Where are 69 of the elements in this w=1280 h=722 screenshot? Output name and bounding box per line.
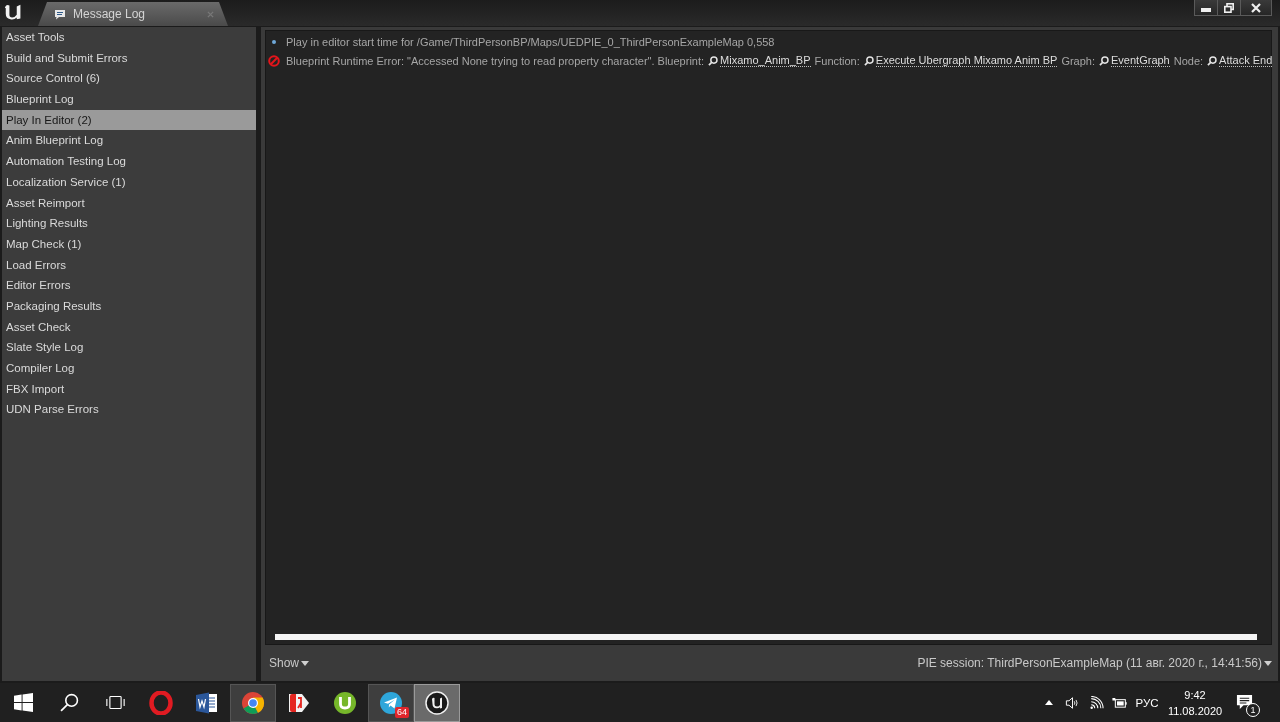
chat-icon: [54, 8, 66, 20]
tab[interactable]: Message Log: [38, 2, 228, 26]
log-text: Blueprint Runtime Error: "Accessed None trying to read property character". Blueprint:: [286, 54, 705, 67]
document-logo-icon: [195, 690, 219, 715]
search-icon: [863, 55, 874, 66]
category-item[interactable]: Localization Service (1): [2, 171, 256, 193]
show-button[interactable]: Show: [265, 656, 310, 670]
category-item[interactable]: Anim Blueprint Log: [2, 130, 256, 152]
caret-icon: [301, 660, 310, 666]
clock[interactable]: 9:42 11.08.2020: [1164, 683, 1226, 722]
category-item[interactable]: Build and Submit Errors: [2, 47, 256, 69]
category-item[interactable]: Slate Style Log: [2, 337, 256, 358]
log-text: Play in editor start time for /Game/ThirdPersonBP/Maps/UEDPIE_0_ThirdPersonExampleMap 0,558: [286, 35, 775, 48]
taskbar-button[interactable]: 64: [368, 684, 414, 722]
clock-date: 11.08.2020: [1167, 703, 1223, 719]
minimize-button[interactable]: [1194, 0, 1218, 16]
link[interactable]: EventGraph: [1099, 54, 1170, 67]
unread-count: 64: [395, 707, 409, 718]
language-indicator[interactable]: РУС: [1130, 683, 1164, 722]
log-text: Graph:: [1061, 54, 1096, 67]
link[interactable]: Execute Ubergraph Mixamo Anim BP: [863, 54, 1058, 67]
category-item[interactable]: UDN Parse Errors: [2, 399, 256, 421]
notification-count: 1: [1246, 703, 1260, 717]
bullet-icon: [272, 39, 276, 44]
link[interactable]: Attack End: [1207, 54, 1273, 67]
log-text: Function:: [814, 54, 860, 67]
notifications-button[interactable]: 1: [1226, 683, 1266, 722]
category-item[interactable]: Editor Errors: [2, 275, 256, 296]
restore-icon: [1224, 2, 1234, 13]
search-icon: [708, 55, 719, 66]
close-button[interactable]: [1240, 0, 1272, 16]
category-item[interactable]: FBX Import: [2, 378, 256, 400]
category-item[interactable]: Packaging Results: [2, 295, 256, 317]
search-icon: [59, 693, 79, 712]
category-item[interactable]: Lighting Results: [2, 213, 256, 234]
clock-time: 9:42: [1184, 687, 1206, 703]
category-item[interactable]: Source Control (6): [2, 68, 256, 90]
category-item[interactable]: Compiler Log: [2, 358, 256, 379]
search-icon: [1099, 55, 1110, 66]
wifi-icon: [1088, 695, 1104, 710]
category-item[interactable]: Blueprint Log: [2, 89, 256, 110]
taskbar-button[interactable]: [414, 684, 460, 722]
error-icon: [268, 54, 280, 67]
start-icon: [13, 693, 33, 712]
category-item[interactable]: Automation Testing Log: [2, 151, 256, 172]
battery-icon: [1111, 695, 1127, 710]
speaker-icon: [1064, 695, 1080, 710]
minimize-icon: [1201, 7, 1211, 12]
close-icon: [1251, 2, 1261, 13]
link[interactable]: Mixamo_Anim_BP: [708, 54, 811, 67]
log-text: Node:: [1173, 54, 1204, 67]
session-dropdown[interactable]: PIE session: ThirdPersonExampleMap (11 авг. 2020 г., 14:41:56): [913, 656, 1272, 670]
task-view-icon: [105, 693, 125, 712]
mu-logo-icon: [333, 690, 357, 715]
search-icon: [1207, 55, 1218, 66]
category-item[interactable]: Asset Reimport: [2, 192, 256, 214]
caret-icon: [1264, 660, 1272, 666]
category-item[interactable]: Map Check (1): [2, 233, 256, 255]
round-logo-icon: [425, 691, 449, 715]
tricolor-circle-icon: [241, 691, 265, 715]
restore-button[interactable]: [1217, 0, 1241, 16]
category-item[interactable]: Asset Check: [2, 316, 256, 338]
ring-logo-icon: [149, 690, 173, 715]
caret-up-icon: [1045, 700, 1053, 705]
taskbar-button[interactable]: [230, 684, 276, 722]
notification-icon: [1235, 694, 1253, 711]
category-item[interactable]: Asset Tools: [2, 27, 256, 48]
category-item[interactable]: Play In Editor (2): [2, 109, 256, 131]
category-item[interactable]: Load Errors: [2, 254, 256, 276]
